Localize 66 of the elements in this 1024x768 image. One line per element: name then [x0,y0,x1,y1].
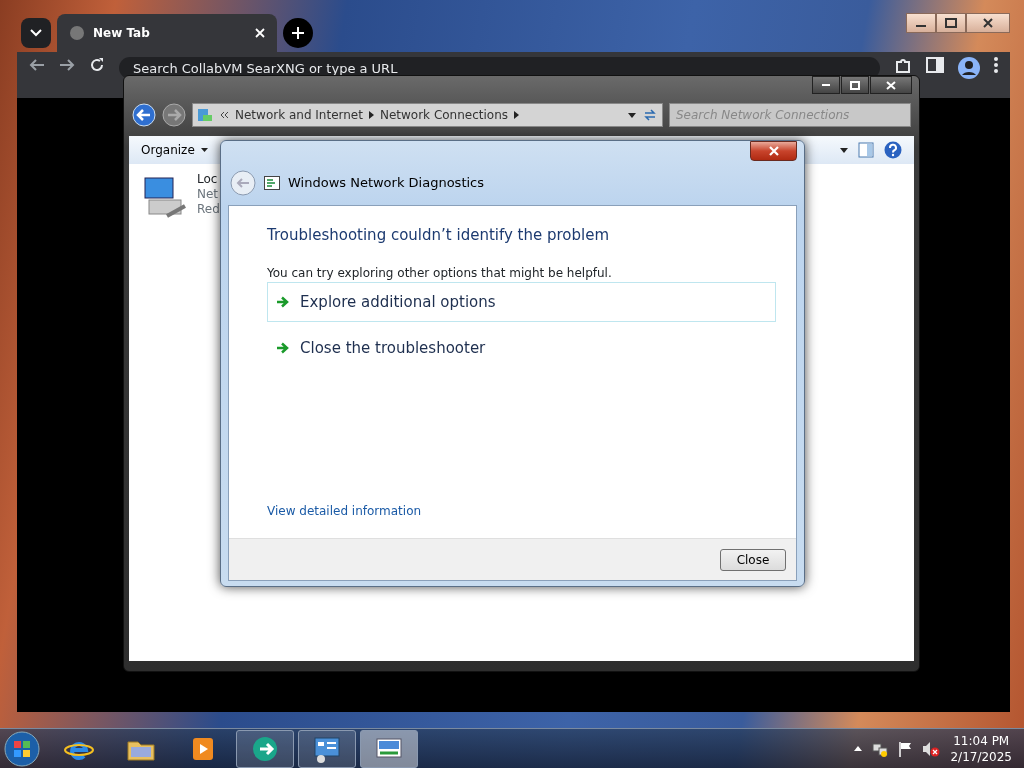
network-folder-icon [197,107,213,123]
details-link[interactable]: View detailed information [267,502,422,520]
chevron-up-icon[interactable] [854,746,863,751]
maximize-icon [945,18,957,28]
help-icon[interactable] [884,141,902,159]
clock-date: 2/17/2025 [950,748,1012,765]
windows-logo-icon [4,730,40,767]
address-bar[interactable]: Network and Internet Network Connections [192,103,663,127]
minimize-button[interactable] [906,13,936,33]
dropdown-arrow-icon[interactable] [840,147,848,153]
side-panel-icon[interactable] [926,57,944,73]
globe-icon [69,25,85,41]
close-icon [886,80,896,90]
close-button[interactable] [870,76,912,94]
reload-icon[interactable] [89,57,105,73]
option-link[interactable]: Close the troubleshooter [267,328,776,368]
plus-icon [292,27,304,39]
back-arrow-icon[interactable] [29,57,45,73]
close-icon[interactable] [255,28,265,38]
dialog-message: You can try exploring other options that might be helpful. [267,265,613,282]
breadcrumb-item[interactable]: Network and Internet [235,106,363,124]
forward-arrow-icon[interactable] [59,57,75,73]
dropdown-arrow-icon [200,148,208,152]
maximize-button[interactable] [841,76,869,94]
clock-time: 11:04 PM [952,732,1011,749]
flag-icon[interactable] [898,740,913,757]
dropdown-arrow-icon[interactable] [628,112,636,118]
minimize-icon [916,25,926,27]
network-icon[interactable] [872,740,889,757]
diagnostics-icon [264,176,280,190]
dialog-heading: Troubleshooting couldn’t identify the problem [267,226,611,244]
taskbar-button[interactable] [298,729,356,768]
close-button[interactable]: Close [720,548,786,571]
option-link[interactable]: Explore additional options [267,282,776,322]
connection-status: Red [197,202,220,217]
search-field[interactable]: Search Network Connections [669,103,911,127]
triangle-right-icon [368,111,374,119]
profile-icon[interactable] [958,57,980,79]
close-icon [983,18,993,28]
close-button[interactable] [966,13,1010,33]
speaker-muted-icon[interactable] [922,740,941,757]
double-chevron-icon [219,111,229,119]
browser-tab[interactable]: New Tab [57,14,277,52]
connection-network: Net [197,187,220,202]
close-button[interactable] [750,141,797,161]
taskbar-button[interactable] [360,729,418,768]
maximize-icon [850,80,860,90]
clock[interactable]: 11:04 PM 2/17/2025 [950,732,1012,765]
new-tab-button[interactable] [283,18,313,48]
tab-list-button[interactable] [21,18,51,48]
minimize-icon [822,84,830,86]
arrow-right-icon [276,296,290,308]
triangle-right-icon [514,111,520,119]
refresh-icon[interactable] [642,107,658,123]
connection-name[interactable]: Loc [197,172,220,187]
taskbar-button[interactable] [236,729,294,768]
breadcrumb-item[interactable]: Network Connections [379,106,509,124]
arrow-right-icon [276,342,290,354]
dialog-title: Windows Network Diagnostics [288,174,484,193]
menu-icon[interactable] [994,57,998,73]
organize-menu[interactable]: Organize [141,141,208,159]
minimize-button[interactable] [812,76,840,94]
maximize-button[interactable] [936,13,966,33]
close-icon [767,146,780,156]
start-button[interactable] [4,730,40,767]
chevron-down-icon [30,29,42,37]
